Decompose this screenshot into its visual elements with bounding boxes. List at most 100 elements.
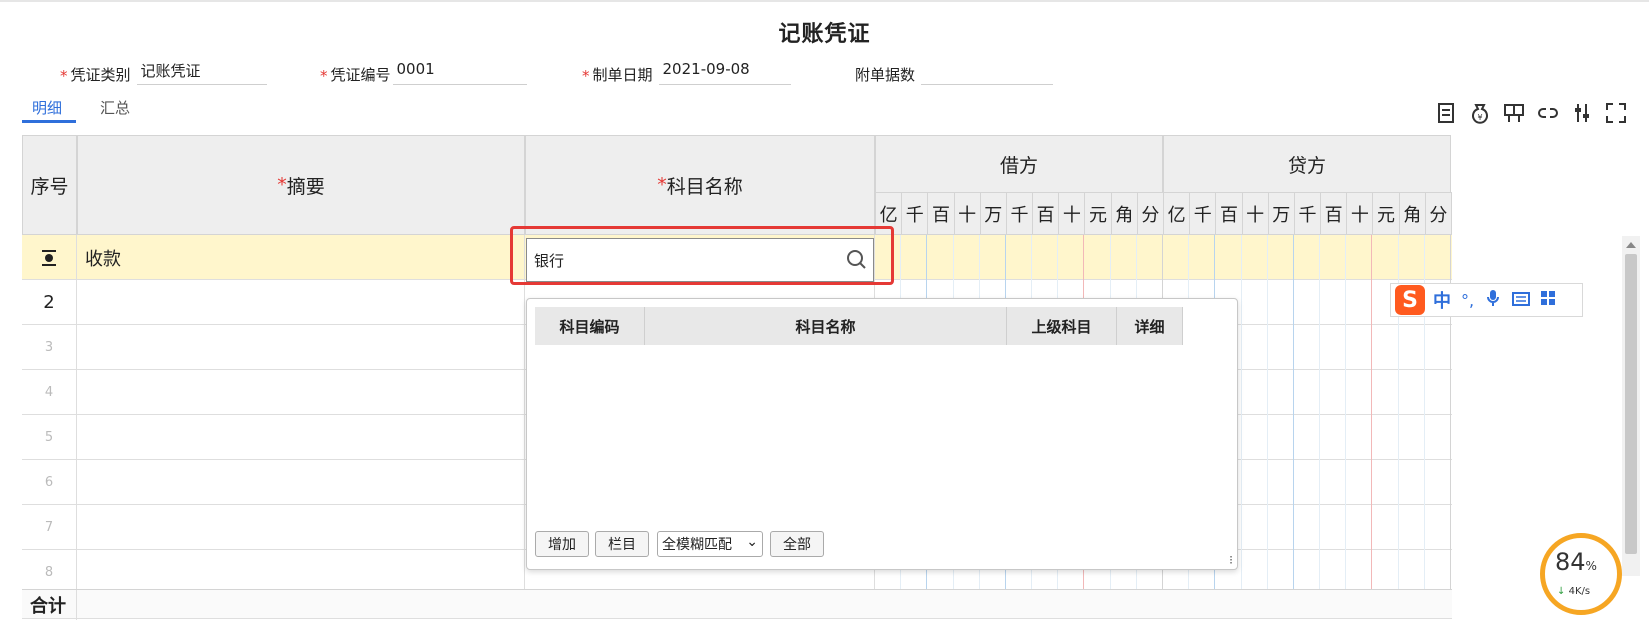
link-icon[interactable] <box>1536 102 1560 126</box>
amount-cell[interactable] <box>1137 235 1163 280</box>
summary-cell[interactable] <box>77 370 525 415</box>
amount-cell[interactable] <box>980 235 1006 280</box>
amount-cell[interactable] <box>1346 505 1373 550</box>
amount-cell[interactable] <box>1294 505 1321 550</box>
amount-cell[interactable] <box>1399 370 1425 415</box>
amount-cell[interactable] <box>1268 235 1294 280</box>
amount-cell[interactable] <box>1084 235 1111 280</box>
amount-cell[interactable] <box>1399 235 1425 280</box>
keyboard-icon[interactable] <box>1512 291 1531 310</box>
columns-button[interactable]: 栏目 <box>595 531 649 557</box>
amount-cell[interactable] <box>1320 280 1347 325</box>
tab-detail[interactable]: 明细 <box>32 97 62 118</box>
amount-cell[interactable] <box>1425 415 1451 460</box>
amount-cell[interactable] <box>1346 325 1373 370</box>
amount-cell[interactable] <box>1320 460 1347 505</box>
amount-cell[interactable] <box>1294 325 1321 370</box>
ime-chinese-toggle[interactable]: 中 <box>1433 287 1451 313</box>
amount-cell[interactable] <box>1399 505 1425 550</box>
amount-cell[interactable] <box>1242 235 1268 280</box>
summary-cell[interactable] <box>77 415 525 460</box>
attachments-input[interactable] <box>921 60 1054 85</box>
amount-cell[interactable] <box>1425 370 1451 415</box>
amount-cell[interactable] <box>1425 460 1451 505</box>
voucher-type-input[interactable]: 记账凭证 <box>136 60 267 85</box>
amount-cell[interactable] <box>1294 280 1321 325</box>
amount-cell[interactable] <box>1294 460 1321 505</box>
summary-cell[interactable] <box>77 460 525 505</box>
amount-cell[interactable] <box>1346 280 1373 325</box>
microphone-icon[interactable] <box>1486 289 1500 311</box>
col-parent-account[interactable]: 上级科目 <box>1007 307 1117 345</box>
amount-cell[interactable] <box>1006 235 1033 280</box>
summary-cell[interactable] <box>77 280 525 325</box>
amount-cell[interactable] <box>1294 415 1321 460</box>
vertical-scrollbar[interactable] <box>1622 236 1640 576</box>
amount-cell[interactable] <box>1372 415 1399 460</box>
amount-cell[interactable] <box>1346 370 1373 415</box>
amount-cell[interactable] <box>1320 370 1347 415</box>
col-account-name[interactable]: 科目名称 <box>645 307 1007 345</box>
amount-cell[interactable] <box>1320 235 1347 280</box>
amount-cell[interactable] <box>1268 370 1294 415</box>
amount-cell[interactable] <box>1215 235 1242 280</box>
amount-cell[interactable] <box>1163 235 1190 280</box>
amount-cell[interactable] <box>1268 460 1294 505</box>
voucher-no-input[interactable]: 0001 <box>392 60 527 85</box>
amount-cell[interactable] <box>1268 280 1294 325</box>
row-action-icon[interactable] <box>22 235 77 280</box>
amount-cell[interactable] <box>1032 235 1059 280</box>
amount-cell[interactable] <box>901 235 928 280</box>
amount-cell[interactable] <box>1242 325 1268 370</box>
resize-grip-icon[interactable]: ⁝ <box>1229 553 1233 567</box>
summary-cell[interactable] <box>77 325 525 370</box>
amount-cell[interactable] <box>1320 415 1347 460</box>
amount-cell[interactable] <box>1242 370 1268 415</box>
amount-cell[interactable] <box>1372 370 1399 415</box>
add-button[interactable]: 增加 <box>535 531 589 557</box>
amount-cell[interactable] <box>1242 415 1268 460</box>
layout-icon[interactable] <box>1502 102 1526 126</box>
amount-cell[interactable] <box>1346 460 1373 505</box>
amount-cell[interactable] <box>954 235 980 280</box>
amount-cell[interactable] <box>1242 460 1268 505</box>
amount-cell[interactable] <box>1320 325 1347 370</box>
summary-cell[interactable]: 收款 <box>77 235 525 280</box>
amount-cell[interactable] <box>1294 235 1321 280</box>
date-input[interactable]: 2021-09-08 <box>658 60 791 85</box>
grid-menu-icon[interactable] <box>1540 290 1556 310</box>
amount-cell[interactable] <box>1372 460 1399 505</box>
amount-cell[interactable] <box>1425 235 1451 280</box>
amount-cell[interactable] <box>1399 415 1425 460</box>
match-mode-select[interactable]: 全模糊匹配 ⌄ <box>657 531 763 557</box>
scroll-up-arrow[interactable] <box>1626 242 1636 248</box>
amount-cell[interactable] <box>1399 460 1425 505</box>
all-button[interactable]: 全部 <box>770 531 824 557</box>
summary-cell[interactable] <box>77 505 525 550</box>
amount-cell[interactable] <box>1268 415 1294 460</box>
col-detail[interactable]: 详细 <box>1117 307 1183 345</box>
sogou-logo-icon[interactable]: S <box>1395 285 1425 315</box>
amount-cell[interactable] <box>1268 325 1294 370</box>
scroll-thumb[interactable] <box>1625 254 1637 554</box>
amount-cell[interactable] <box>1372 325 1399 370</box>
fullscreen-icon[interactable] <box>1604 102 1628 126</box>
amount-cell[interactable] <box>1058 235 1085 280</box>
amount-cell[interactable] <box>1294 370 1321 415</box>
moneybag-icon[interactable]: ¥ <box>1468 102 1492 126</box>
ime-punct-toggle[interactable]: °, <box>1461 291 1474 310</box>
amount-cell[interactable] <box>1242 505 1268 550</box>
amount-cell[interactable] <box>1425 505 1451 550</box>
amount-cell[interactable] <box>1346 415 1373 460</box>
amount-cell[interactable] <box>1372 505 1399 550</box>
col-account-code[interactable]: 科目编码 <box>535 307 645 345</box>
tab-summary[interactable]: 汇总 <box>100 97 130 118</box>
amount-cell[interactable] <box>1111 235 1137 280</box>
adjust-icon[interactable] <box>1570 102 1594 126</box>
amount-cell[interactable] <box>1268 505 1294 550</box>
amount-cell[interactable] <box>1189 235 1216 280</box>
amount-cell[interactable] <box>1425 325 1451 370</box>
amount-cell[interactable] <box>1399 325 1425 370</box>
amount-cell[interactable] <box>1346 235 1373 280</box>
amount-cell[interactable] <box>927 235 954 280</box>
